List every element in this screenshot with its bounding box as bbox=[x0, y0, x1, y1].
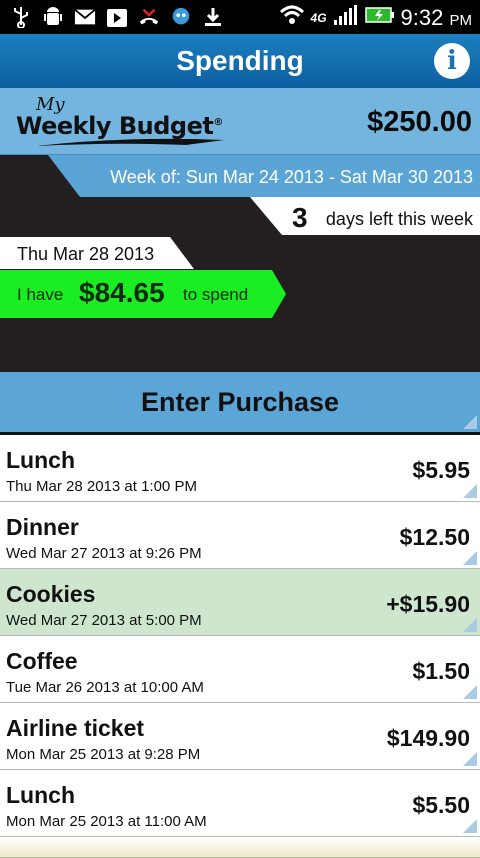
purchase-name: Dinner bbox=[6, 514, 79, 540]
days-left-count: 3 bbox=[292, 202, 308, 233]
status-bar: 4G 9:32 PM bbox=[0, 0, 480, 34]
days-left-strip: 3 days left this week bbox=[250, 197, 480, 235]
corner-indicator-icon bbox=[463, 551, 477, 565]
signal-icon bbox=[333, 4, 359, 31]
corner-indicator-icon bbox=[463, 618, 477, 632]
logo-registered: ® bbox=[213, 117, 223, 128]
remaining-balance: $84.65 bbox=[79, 277, 165, 308]
current-date-strip: Thu Mar 28 2013 bbox=[0, 237, 194, 269]
purchase-amount: $5.95 bbox=[412, 457, 470, 483]
clock: 9:32 PM bbox=[401, 5, 472, 31]
usb-icon bbox=[10, 6, 32, 28]
clock-ampm: PM bbox=[449, 11, 473, 29]
purchase-datetime: Thu Mar 28 2013 at 1:00 PM bbox=[6, 478, 197, 495]
enter-purchase-label: Enter Purchase bbox=[140, 387, 340, 417]
corner-indicator-icon bbox=[463, 685, 477, 699]
system-status: 4G 9:32 PM bbox=[279, 4, 472, 31]
purchase-row[interactable]: Airline ticket Mon Mar 25 2013 at 9:28 P… bbox=[0, 703, 480, 770]
play-store-icon bbox=[106, 6, 128, 28]
purchase-amount: $12.50 bbox=[399, 524, 470, 550]
logo-swoosh-icon bbox=[36, 138, 224, 146]
weekly-budget-amount: $250.00 bbox=[367, 106, 472, 138]
info-icon: i bbox=[447, 46, 457, 76]
network-type: 4G bbox=[310, 10, 327, 25]
missed-call-icon bbox=[138, 6, 160, 28]
battery-charging-icon bbox=[364, 5, 395, 30]
purchase-datetime: Mon Mar 25 2013 at 9:28 PM bbox=[6, 746, 201, 763]
android-debug-icon bbox=[42, 6, 64, 28]
purchase-name: Coffee bbox=[6, 648, 78, 674]
page-title: Spending bbox=[176, 45, 304, 76]
info-button[interactable]: i bbox=[434, 43, 470, 79]
budget-banner[interactable]: My Weekly Budget® $250.00 bbox=[0, 88, 480, 155]
balance-suffix: to spend bbox=[183, 285, 249, 304]
purchase-datetime: Mon Mar 25 2013 at 11:00 AM bbox=[6, 813, 207, 830]
clock-time: 9:32 bbox=[400, 4, 444, 30]
purchase-datetime: Wed Mar 27 2013 at 5:00 PM bbox=[6, 612, 202, 629]
app-logo: My Weekly Budget® bbox=[16, 94, 236, 150]
list-scroll-overflow[interactable] bbox=[0, 837, 480, 858]
purchase-amount: +$15.90 bbox=[386, 591, 470, 617]
purchase-name: Lunch bbox=[6, 447, 75, 473]
current-date: Thu Mar 28 2013 bbox=[17, 244, 155, 264]
purchase-row-credit[interactable]: Cookies Wed Mar 27 2013 at 5:00 PM +$15.… bbox=[0, 569, 480, 636]
corner-indicator-icon bbox=[463, 484, 477, 498]
balance-prefix: I have bbox=[17, 285, 64, 304]
purchase-datetime: Wed Mar 27 2013 at 9:26 PM bbox=[6, 545, 202, 562]
chat-icon bbox=[170, 6, 192, 28]
purchase-amount: $1.50 bbox=[412, 658, 470, 684]
wifi-icon bbox=[279, 4, 305, 31]
purchase-list[interactable]: Lunch Thu Mar 28 2013 at 1:00 PM $5.95 D… bbox=[0, 435, 480, 858]
purchase-datetime: Tue Mar 26 2013 at 10:00 AM bbox=[6, 679, 204, 696]
corner-indicator-icon bbox=[463, 415, 477, 429]
purchase-name: Cookies bbox=[6, 581, 96, 607]
corner-indicator-icon bbox=[463, 819, 477, 833]
corner-indicator-icon bbox=[463, 752, 477, 766]
download-icon bbox=[202, 6, 224, 28]
purchase-name: Lunch bbox=[6, 782, 75, 808]
days-left-label: days left this week bbox=[325, 209, 473, 229]
purchase-row[interactable]: Lunch Thu Mar 28 2013 at 1:00 PM $5.95 bbox=[0, 435, 480, 502]
purchase-row[interactable]: Lunch Mon Mar 25 2013 at 11:00 AM $5.50 bbox=[0, 770, 480, 837]
app-header: Spending i bbox=[0, 34, 480, 88]
purchase-amount: $5.50 bbox=[412, 792, 470, 818]
purchase-row[interactable]: Coffee Tue Mar 26 2013 at 10:00 AM $1.50 bbox=[0, 636, 480, 703]
enter-purchase-button[interactable]: Enter Purchase bbox=[0, 372, 480, 435]
purchase-name: Airline ticket bbox=[6, 715, 145, 741]
week-range-strip: Week of: Sun Mar 24 2013 - Sat Mar 30 20… bbox=[48, 155, 480, 197]
purchase-amount: $149.90 bbox=[386, 725, 470, 751]
mail-icon bbox=[74, 6, 96, 28]
notification-icons bbox=[10, 6, 224, 28]
week-summary-panel: Week of: Sun Mar 24 2013 - Sat Mar 30 20… bbox=[0, 155, 480, 372]
remaining-balance-strip: I have $84.65 to spend bbox=[0, 270, 286, 318]
purchase-row[interactable]: Dinner Wed Mar 27 2013 at 9:26 PM $12.50 bbox=[0, 502, 480, 569]
week-range: Week of: Sun Mar 24 2013 - Sat Mar 30 20… bbox=[110, 167, 473, 187]
